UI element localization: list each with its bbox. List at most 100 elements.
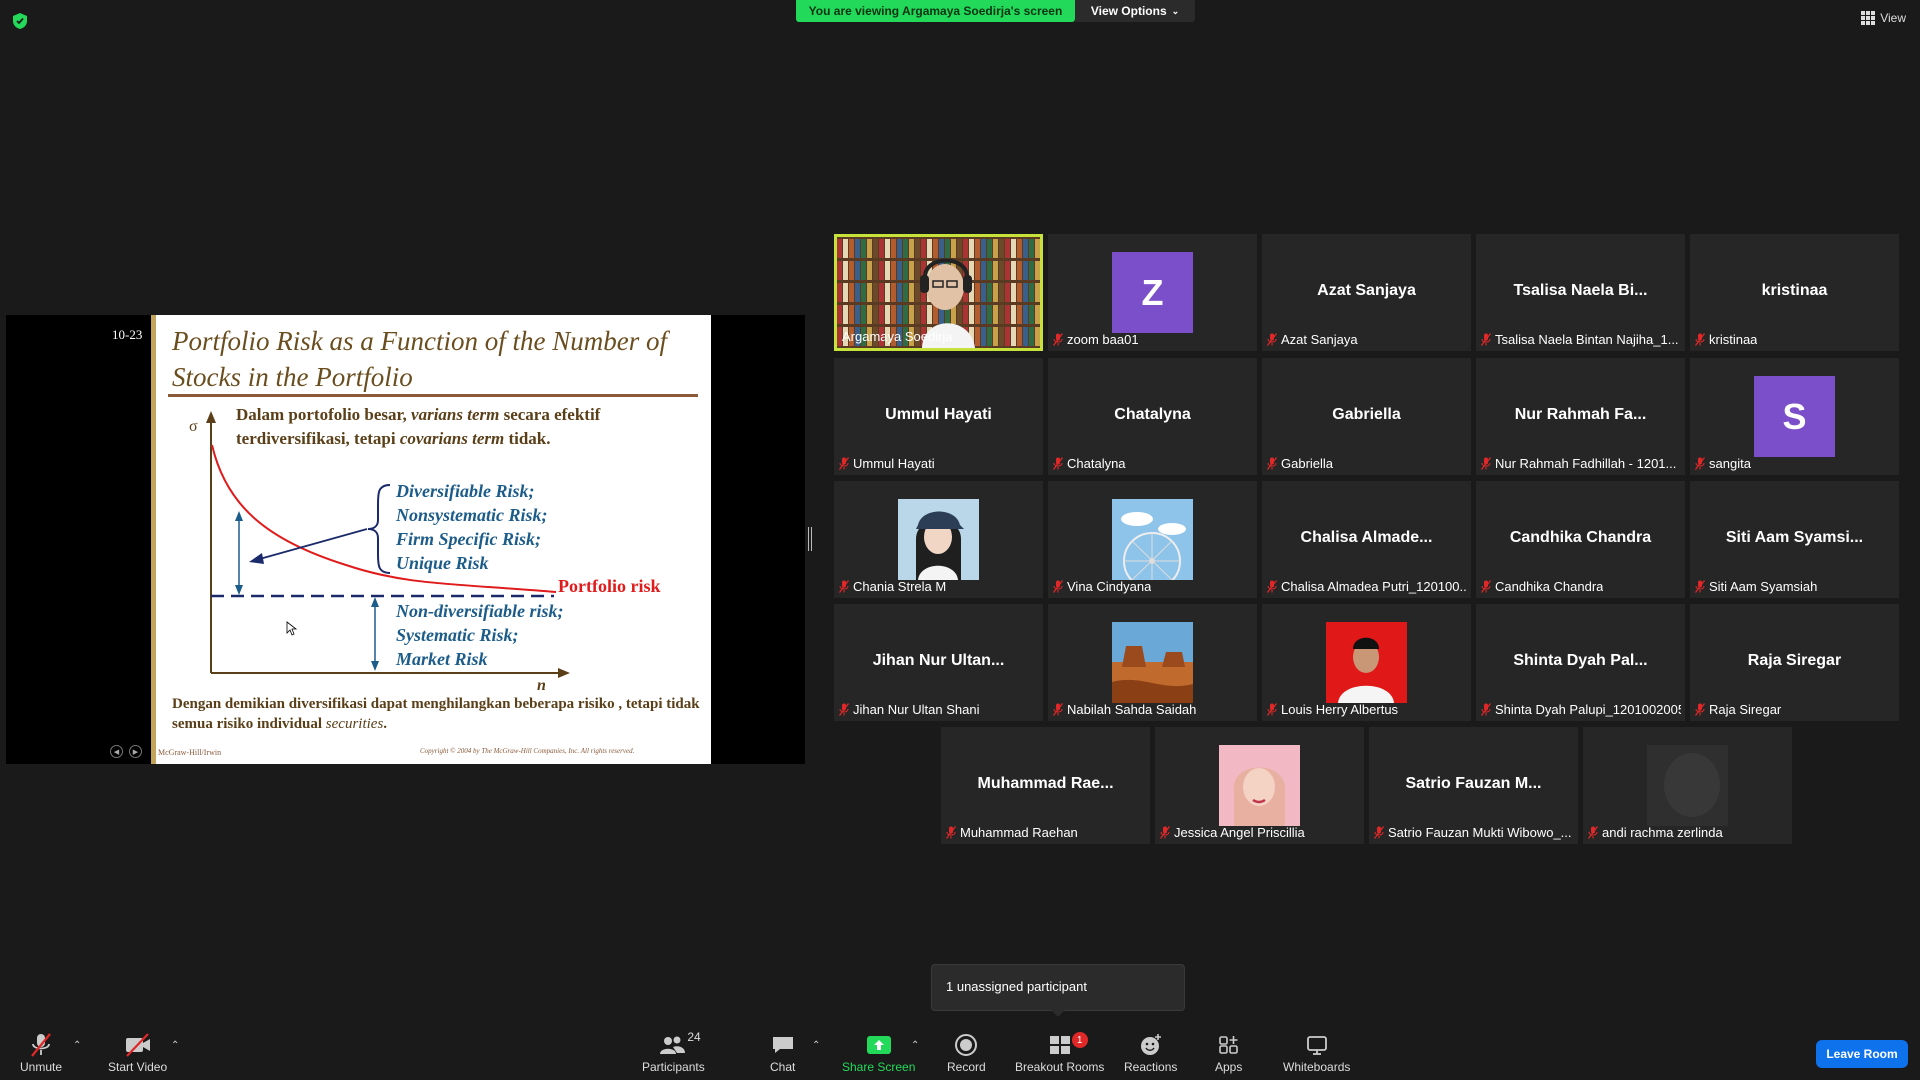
- participant-display-name: Azat Sanjaya: [1317, 282, 1416, 299]
- participant-display-name: Chatalyna: [1114, 406, 1191, 423]
- participants-button[interactable]: 24 Participants: [642, 1030, 705, 1074]
- participant-name-label: Shinta Dyah Palupi_1201002005: [1481, 702, 1681, 717]
- slide-footer-publisher: McGraw-Hill/Irwin: [158, 748, 222, 757]
- muted-mic-icon: [1267, 333, 1277, 346]
- participant-name-label: Gabriella: [1267, 456, 1333, 471]
- participant-tile[interactable]: andi rachma zerlinda: [1583, 727, 1792, 844]
- participant-name-label: Nur Rahmah Fadhillah - 1201...: [1481, 456, 1676, 471]
- muted-mic-icon: [1695, 457, 1705, 470]
- view-button[interactable]: View: [1861, 11, 1906, 25]
- participant-name-label: Jihan Nur Ultan Shani: [839, 702, 979, 717]
- non-diversifiable-line-2: Systematic Risk;: [396, 625, 519, 645]
- participant-avatar: S: [1754, 376, 1835, 457]
- shared-screen[interactable]: 10-23 Portfolio Risk as a Function of th…: [6, 315, 805, 764]
- participant-tile[interactable]: Nur Rahmah Fa... Nur Rahmah Fadhillah - 1…: [1476, 358, 1685, 475]
- chat-button[interactable]: Chat: [770, 1032, 795, 1074]
- participant-name-label: Azat Sanjaya: [1267, 332, 1358, 347]
- non-diversifiable-line-1: Non-diversifiable risk;: [395, 601, 563, 621]
- next-slide-icon[interactable]: ▶: [129, 745, 142, 758]
- muted-mic-icon: [1053, 703, 1063, 716]
- breakout-rooms-button[interactable]: 1 Breakout Rooms: [1015, 1032, 1104, 1074]
- apps-icon: [1218, 1032, 1240, 1058]
- resize-splitter-handle[interactable]: [808, 527, 812, 551]
- sigma-axis-label: σ: [189, 418, 198, 435]
- svg-text:Diversifiable Risk; Nons: Diversifiable Risk; Nonsystematic Risk; …: [395, 481, 552, 573]
- muted-mic-icon: [946, 826, 956, 839]
- participant-tile[interactable]: Zzoom baa01: [1048, 234, 1257, 351]
- diversifiable-line-1: Diversifiable Risk;: [395, 481, 534, 501]
- participant-tile[interactable]: Ssangita: [1690, 358, 1899, 475]
- participant-tile[interactable]: Nabilah Sahda Saidah: [1048, 604, 1257, 721]
- participant-name-label: Argamaya Soedirja: [842, 329, 953, 344]
- participant-avatar: Z: [1112, 252, 1193, 333]
- video-options-caret-icon[interactable]: ⌃: [171, 1040, 179, 1051]
- participant-name-label: Chatalyna: [1053, 456, 1126, 471]
- muted-mic-icon: [1053, 457, 1063, 470]
- participant-tile[interactable]: Gabriella Gabriella: [1262, 358, 1471, 475]
- viewing-banner: You are viewing Argamaya Soedirja's scre…: [796, 0, 1075, 22]
- participant-display-name: Tsalisa Naela Bi...: [1513, 282, 1648, 299]
- muted-mic-icon: [1267, 580, 1277, 593]
- share-screen-button[interactable]: Share Screen: [842, 1032, 915, 1074]
- slide-nav[interactable]: ◀ ▶: [110, 745, 142, 758]
- participant-tile[interactable]: Satrio Fauzan M... Satrio Fauzan Mukti Wi…: [1369, 727, 1578, 844]
- muted-mic-icon: [839, 457, 849, 470]
- participant-tile[interactable]: Muhammad Rae... Muhammad Raehan: [941, 727, 1150, 844]
- share-options-caret-icon[interactable]: ⌃: [911, 1040, 919, 1051]
- participant-tile[interactable]: Shinta Dyah Pal... Shinta Dyah Palupi_120…: [1476, 604, 1685, 721]
- participant-tile[interactable]: Ummul Hayati Ummul Hayati: [834, 358, 1043, 475]
- participant-tile[interactable]: Candhika Chandra Candhika Chandra: [1476, 481, 1685, 598]
- breakout-rooms-badge: 1: [1071, 1032, 1088, 1048]
- participant-tile[interactable]: Chania Strela M: [834, 481, 1043, 598]
- participant-display-name: Gabriella: [1332, 406, 1401, 423]
- apps-button[interactable]: Apps: [1215, 1032, 1242, 1074]
- chat-options-caret-icon[interactable]: ⌃: [812, 1040, 820, 1051]
- record-button[interactable]: Record: [947, 1032, 986, 1074]
- participant-tile[interactable]: Vina Cindyana: [1048, 481, 1257, 598]
- participant-tile[interactable]: Siti Aam Syamsi... Siti Aam Syamsiah: [1690, 481, 1899, 598]
- participant-tile[interactable]: Azat Sanjaya Azat Sanjaya: [1262, 234, 1471, 351]
- view-options-button[interactable]: View Options ⌄: [1075, 0, 1195, 22]
- participant-tile[interactable]: Argamaya Soedirja: [834, 234, 1043, 351]
- grid-view-icon: [1861, 11, 1876, 25]
- audio-options-caret-icon[interactable]: ⌃: [73, 1040, 81, 1051]
- muted-mic-icon: [1160, 826, 1170, 839]
- participant-name-label: Chania Strela M: [839, 579, 946, 594]
- meeting-toolbar: Unmute ⌃ Start Video ⌃ 24 Participants C…: [0, 1016, 1920, 1080]
- reactions-button[interactable]: Reactions: [1124, 1032, 1177, 1074]
- participant-display-name: Candhika Chandra: [1509, 529, 1652, 546]
- mouse-cursor-icon: [286, 621, 298, 636]
- muted-mic-icon: [1267, 457, 1277, 470]
- participant-tile[interactable]: Raja Siregar Raja Siregar: [1690, 604, 1899, 721]
- leave-room-button[interactable]: Leave Room: [1816, 1040, 1908, 1068]
- breakout-rooms-icon: 1: [1048, 1032, 1088, 1058]
- participant-name-label: kristinaa: [1695, 332, 1757, 347]
- whiteboards-button[interactable]: Whiteboards: [1283, 1032, 1350, 1074]
- participant-name-label: Louis Herry Albertus: [1267, 702, 1398, 717]
- participant-tile[interactable]: Louis Herry Albertus: [1262, 604, 1471, 721]
- participant-display-name: Satrio Fauzan M...: [1405, 775, 1542, 792]
- whiteboard-icon: [1305, 1032, 1329, 1058]
- participant-tile[interactable]: Jihan Nur Ultan... Jihan Nur Ultan Shani: [834, 604, 1043, 721]
- muted-mic-icon: [1695, 580, 1705, 593]
- start-video-button[interactable]: Start Video: [108, 1032, 167, 1074]
- participant-tile[interactable]: kristinaa kristinaa: [1690, 234, 1899, 351]
- encryption-shield-icon[interactable]: [12, 12, 28, 30]
- diversifiable-line-4: Unique Risk: [396, 553, 489, 573]
- participant-name-label: andi rachma zerlinda: [1588, 825, 1723, 840]
- slide-conclusion: Dengan demikian diversifikasi dapat meng…: [172, 696, 700, 732]
- participant-tile[interactable]: Chatalyna Chatalyna: [1048, 358, 1257, 475]
- participant-name-label: Chalisa Almadea Putri_120100...: [1267, 579, 1467, 594]
- participant-tile[interactable]: Tsalisa Naela Bi... Tsalisa Naela Bintan …: [1476, 234, 1685, 351]
- participant-tile[interactable]: Jessica Angel Priscillia: [1155, 727, 1364, 844]
- participant-name-label: sangita: [1695, 456, 1751, 471]
- participant-name-label: Siti Aam Syamsiah: [1695, 579, 1817, 594]
- participant-display-name: Nur Rahmah Fa...: [1514, 406, 1647, 423]
- muted-mic-icon: [1374, 826, 1384, 839]
- participant-tile[interactable]: Chalisa Almade... Chalisa Almadea Putri_1…: [1262, 481, 1471, 598]
- prev-slide-icon[interactable]: ◀: [110, 745, 123, 758]
- unmute-button[interactable]: Unmute: [20, 1032, 62, 1074]
- participant-name-label: Ummul Hayati: [839, 456, 935, 471]
- chevron-down-icon: ⌄: [1171, 5, 1180, 16]
- brace: [367, 484, 391, 574]
